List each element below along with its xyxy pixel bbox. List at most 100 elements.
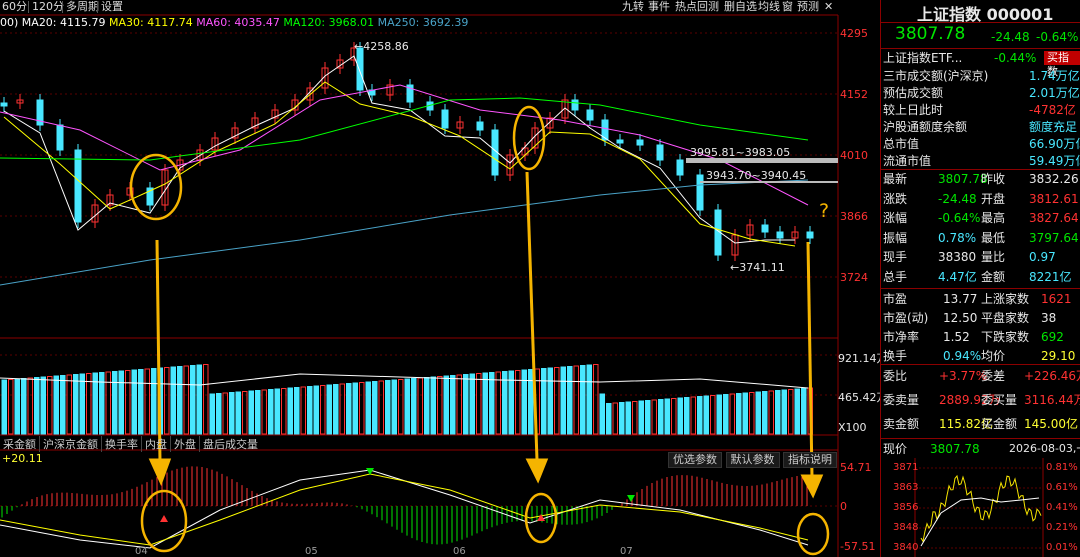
mini-axis-right: 0.21% <box>1046 522 1078 533</box>
volume-bar <box>112 371 118 435</box>
volume-bar <box>469 373 475 435</box>
quote-field-label: 金额 <box>981 269 1006 284</box>
volume-bar <box>755 391 761 435</box>
volume-bar <box>430 376 436 435</box>
etf-name[interactable]: 上证指数ETF... <box>883 49 962 67</box>
volume-bar <box>14 378 20 435</box>
candle-body <box>56 124 64 151</box>
volume-bar <box>801 388 807 435</box>
volume-bar <box>567 366 573 435</box>
candle-body <box>441 109 449 129</box>
mini-axis-right: 0.41% <box>1046 502 1078 513</box>
ma60-line <box>0 84 809 206</box>
valuation-field-label: 市净率 <box>883 330 920 344</box>
tab-sh-sz-bj-amount[interactable]: 沪深京金额 <box>40 436 102 452</box>
candle-body <box>776 231 784 239</box>
volume-bar <box>547 367 553 435</box>
quote-field-value: 0.97 <box>1029 250 1056 264</box>
volume-bar <box>482 372 488 435</box>
candle-body <box>656 144 664 161</box>
market-stat-value: 2.01万亿 <box>1029 86 1080 100</box>
valuation-field-value: 1.52 <box>943 330 970 344</box>
etf-change-pct: -0.44% <box>994 51 1037 65</box>
mini-axis-right: 0.61% <box>1046 482 1078 493</box>
volume-bar <box>118 370 124 435</box>
volume-bar <box>417 377 423 435</box>
buy-index-button[interactable]: 买指数 <box>1044 51 1080 78</box>
order-field-value: 3116.44万 <box>1024 393 1080 407</box>
optimized-params-button[interactable]: 优选参数 <box>668 452 722 468</box>
volume-bar <box>664 398 670 435</box>
mini-axis-left: 3863 <box>893 482 919 493</box>
mini-axis-left: 3871 <box>893 462 919 473</box>
volume-bar <box>788 389 794 435</box>
volume-bar <box>710 395 716 435</box>
volume-bar <box>677 397 683 435</box>
intraday-price-line <box>920 474 1042 543</box>
market-stat-value: 1.74万亿 <box>1029 69 1080 83</box>
month-label: 06 <box>453 546 466 557</box>
tab-amount[interactable]: 采金额 <box>0 436 40 452</box>
volume-bar <box>268 389 274 435</box>
ma30-line <box>3 81 796 247</box>
indicator-help-button[interactable]: 指标说明 <box>783 452 837 468</box>
volume-bar <box>190 365 196 435</box>
quote-field-value: 3827.64 <box>1029 211 1079 225</box>
candle-body <box>806 231 814 239</box>
mini-chart-label: 现价 <box>883 442 908 456</box>
quote-field-value: -24.48 <box>938 191 977 206</box>
candle-body <box>356 47 364 91</box>
candle-body <box>571 99 579 111</box>
intraday-avg-line <box>920 497 1040 547</box>
volume-bar <box>359 382 365 435</box>
volume-bar <box>443 375 449 435</box>
order-field-label: 委卖量 <box>883 393 920 407</box>
candle-body <box>616 139 624 144</box>
volume-bar <box>229 392 235 435</box>
quote-field-value: 4.47亿 <box>938 269 977 284</box>
volume-bar <box>164 367 170 435</box>
volume-bar <box>781 389 787 435</box>
order-field-value: 145.00亿 <box>1024 417 1078 431</box>
macd-axis-label: 54.71 <box>840 461 872 474</box>
volume-bar <box>222 392 228 435</box>
order-field-value: +3.77% <box>939 369 988 383</box>
volume-bar <box>177 366 183 435</box>
volume-bar <box>196 364 202 435</box>
quote-field-value: 0.78% <box>938 230 977 245</box>
tab-turnover[interactable]: 换手率 <box>102 436 142 452</box>
tab-outer-volume[interactable]: 外盘 <box>171 436 200 452</box>
candle-body <box>74 149 82 223</box>
volume-bar <box>203 364 209 435</box>
macd-indicator <box>0 466 809 549</box>
valuation-field-value: 29.10 <box>1041 349 1076 363</box>
tab-inner-volume[interactable]: 内盘 <box>142 436 171 452</box>
volume-bar <box>502 371 508 435</box>
market-stat-label: 沪股通额度余额 <box>883 120 968 134</box>
volume-bar <box>333 384 339 435</box>
volume-bar <box>632 401 638 435</box>
default-params-button[interactable]: 默认参数 <box>725 452 780 468</box>
volume-bar <box>307 386 313 435</box>
tab-after-hours-volume[interactable]: 盘后成交量 <box>200 436 261 452</box>
volume-bar <box>378 380 384 435</box>
quote-field-label: 昨收 <box>981 172 1006 186</box>
mini-axis-left: 3856 <box>893 502 919 513</box>
volume-bar <box>320 385 326 435</box>
volume-bar <box>144 368 150 435</box>
candle-body <box>761 224 769 233</box>
volume-bar <box>248 390 254 435</box>
mini-axis-left: 3848 <box>893 522 919 533</box>
market-stat-label: 较上日此时 <box>883 103 944 117</box>
current-price: 3807.78 <box>895 24 966 44</box>
volume-bar <box>261 389 267 435</box>
price-axis-label: 3866 <box>840 210 868 223</box>
candle-body <box>0 102 8 107</box>
low-price-label: ←3741.11 <box>730 261 785 274</box>
volume-bar <box>775 390 781 435</box>
volume-bar <box>606 403 612 435</box>
kline-chart[interactable] <box>0 0 880 557</box>
valuation-field-label: 换手 <box>883 349 908 363</box>
volume-bar <box>47 376 53 435</box>
volume-bar <box>235 391 241 435</box>
